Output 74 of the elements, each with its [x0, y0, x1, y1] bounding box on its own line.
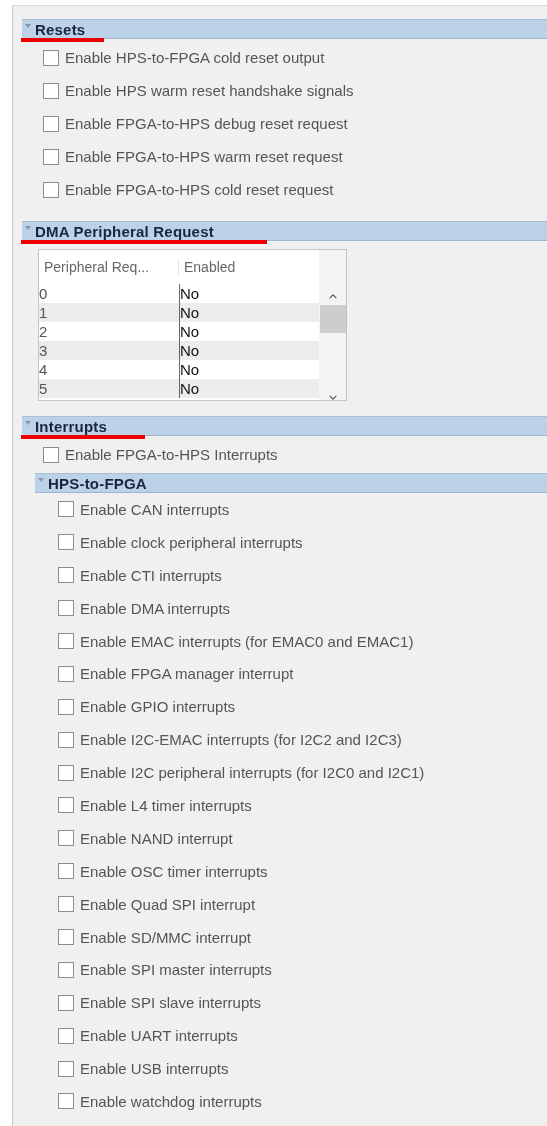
checkbox-label: Enable GPIO interrupts — [80, 698, 236, 716]
checkbox-label: Enable OSC timer interrupts — [80, 862, 268, 880]
checkbox[interactable] — [58, 1093, 74, 1110]
checkbox[interactable] — [58, 797, 74, 814]
checkbox[interactable] — [43, 82, 59, 99]
checkbox-label: Enable FPGA-to-HPS Interrupts — [65, 446, 278, 463]
checkbox[interactable] — [43, 49, 59, 66]
table-cell-text: 4 — [39, 360, 49, 379]
expander-icon[interactable] — [38, 477, 44, 483]
table-cell-text: 5 — [39, 379, 49, 398]
checkbox[interactable] — [58, 830, 74, 847]
checkbox-label: Enable FPGA-to-HPS debug reset request — [65, 115, 348, 132]
expander-icon[interactable] — [25, 23, 31, 29]
section-header[interactable]: Resets — [22, 19, 547, 39]
checkbox-label: Enable SPI slave interrupts — [80, 994, 261, 1012]
checkbox-label: Enable FPGA manager interrupt — [80, 665, 294, 683]
checkbox[interactable] — [43, 181, 59, 198]
expander-icon[interactable] — [25, 225, 31, 231]
table-cell: No — [179, 379, 319, 398]
checkbox-label: Enable USB interrupts — [80, 1060, 229, 1078]
table-cell-text: 0 — [39, 284, 49, 303]
checkbox[interactable] — [43, 148, 59, 165]
checkbox-label: Enable EMAC interrupts (for EMAC0 and EMAC1) — [80, 632, 414, 650]
checkbox[interactable] — [58, 600, 74, 617]
checkbox[interactable] — [58, 698, 74, 715]
checkbox-label: Enable I2C-EMAC interrupts (for I2C2 and I2C3) — [80, 731, 402, 749]
table-cell-text: 3 — [39, 341, 49, 360]
checkbox-label: Enable I2C peripheral interrupts (for I2C0 and I2C1) — [80, 764, 425, 782]
checkbox[interactable] — [58, 665, 74, 682]
checkbox[interactable] — [58, 731, 74, 748]
checkbox[interactable] — [58, 929, 74, 945]
column-header[interactable]: Enabled — [179, 259, 236, 275]
checkbox[interactable] — [58, 534, 74, 551]
checkbox-label: Enable NAND interrupt — [80, 829, 233, 847]
checkbox-label: Enable SD/MMC interrupt — [80, 928, 251, 946]
section-header[interactable]: Interrupts — [22, 416, 547, 436]
checkbox[interactable] — [58, 1027, 74, 1044]
checkbox[interactable] — [58, 633, 74, 649]
checkbox[interactable] — [58, 896, 74, 913]
checkbox-label: Enable DMA interrupts — [80, 599, 231, 617]
checkbox-label: Enable L4 timer interrupts — [80, 796, 252, 814]
checkbox-label: Enable HPS warm reset handshake signals — [65, 82, 354, 99]
checkbox-label: Enable FPGA-to-HPS warm reset request — [65, 148, 343, 165]
checkbox-label: Enable SPI master interrupts — [80, 961, 272, 979]
checkbox[interactable] — [58, 764, 74, 781]
section-title: Resets — [35, 20, 86, 38]
scroll-up-icon[interactable] — [326, 294, 339, 299]
checkbox[interactable] — [43, 446, 59, 463]
scroll-thumb[interactable] — [319, 305, 346, 333]
table-cell-text: 2 — [39, 322, 49, 341]
checkbox[interactable] — [58, 994, 74, 1011]
section-header[interactable]: DMA Peripheral Request — [22, 221, 547, 241]
checkbox-label: Enable Quad SPI interrupt — [80, 895, 256, 913]
checkbox[interactable] — [58, 961, 74, 978]
group-title: HPS-to-FPGA — [48, 474, 147, 492]
scroll-down-icon[interactable] — [326, 395, 339, 400]
checkbox-label: Enable CAN interrupts — [80, 500, 230, 518]
checkbox-label: Enable HPS-to-FPGA cold reset output — [65, 49, 325, 66]
checkbox[interactable] — [58, 567, 74, 584]
expander-icon[interactable] — [25, 420, 31, 426]
column-header[interactable]: Peripheral Req... — [39, 259, 179, 275]
checkbox[interactable] — [58, 501, 74, 518]
section-title: Interrupts — [35, 417, 107, 435]
checkbox[interactable] — [58, 863, 74, 880]
table-cell-text: 1 — [39, 303, 49, 322]
checkbox-label: Enable CTI interrupts — [80, 566, 222, 584]
checkbox-label: Enable clock peripheral interrupts — [80, 533, 303, 551]
checkbox[interactable] — [43, 115, 59, 132]
section-title: DMA Peripheral Request — [35, 222, 214, 240]
checkbox-label: Enable UART interrupts — [80, 1027, 238, 1045]
checkbox[interactable] — [58, 1060, 74, 1077]
checkbox-label: Enable watchdog interrupts — [80, 1092, 262, 1110]
group-header[interactable]: HPS-to-FPGA — [35, 473, 547, 493]
checkbox-label: Enable FPGA-to-HPS cold reset request — [65, 181, 334, 198]
